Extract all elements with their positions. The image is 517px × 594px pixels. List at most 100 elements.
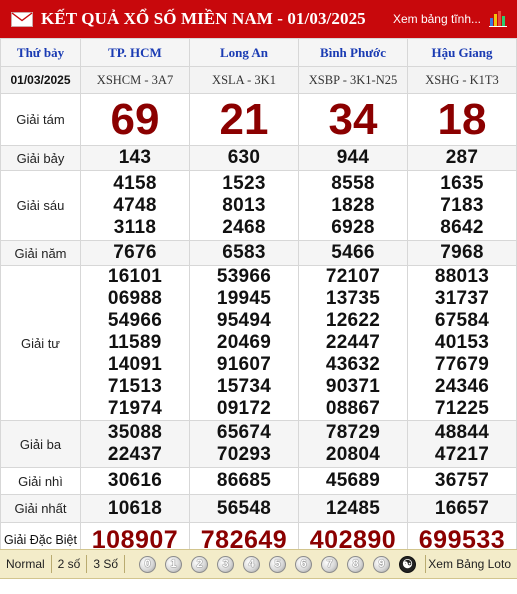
prize-number: 4158 <box>113 172 157 194</box>
static-table-link[interactable]: Xem bảng tĩnh... <box>393 12 481 26</box>
digit-ball-6[interactable]: 6 <box>295 555 313 573</box>
prize-label-g7: Giải bảy <box>0 145 81 171</box>
bar-chart-icon[interactable] <box>489 9 507 27</box>
prize-cell: 56548 <box>189 494 299 523</box>
prize-cell: 34 <box>298 93 408 146</box>
divider <box>124 555 126 573</box>
digit-ball-8[interactable]: 8 <box>347 555 365 573</box>
prize-number: 14091 <box>107 354 163 375</box>
prize-cell: 16657 <box>407 494 517 523</box>
prize-label-g3: Giải ba <box>0 420 81 468</box>
digit-filter: 0 1 2 3 4 5 6 7 8 9 ☯ <box>139 555 425 573</box>
prize-number: 18 <box>437 94 487 144</box>
ticket-code: XSBP - 3K1-N25 <box>298 66 408 94</box>
prize-number: 19945 <box>216 288 272 309</box>
prize-number: 40153 <box>434 332 490 353</box>
prize-label-g4: Giải tư <box>0 265 81 421</box>
prize-cell: 48844 47217 <box>407 420 517 468</box>
prize-number: 56548 <box>216 497 272 519</box>
province-hau-giang[interactable]: Hậu Giang <box>407 38 517 67</box>
prize-cell: 21 <box>189 93 299 146</box>
prize-number: 11589 <box>108 332 162 353</box>
prize-number: 54966 <box>107 310 163 331</box>
prize-number: 43632 <box>325 354 381 375</box>
loto-table-link[interactable]: Xem Bảng Loto <box>428 557 517 571</box>
digit-ball-9[interactable]: 9 <box>373 555 391 573</box>
digit-ball-0[interactable]: 0 <box>139 555 157 573</box>
prize-number: 3118 <box>113 216 157 238</box>
digit-ball-1[interactable]: 1 <box>165 555 183 573</box>
prize-number: 70293 <box>216 444 272 465</box>
prize-number: 72107 <box>325 266 381 287</box>
prize-number: 12485 <box>325 497 381 519</box>
prize-cell: 7968 <box>407 240 517 266</box>
digit-ball-4[interactable]: 4 <box>243 555 261 573</box>
province-long-an[interactable]: Long An <box>189 38 299 67</box>
prize-number: 30616 <box>107 470 163 491</box>
prize-cell: 88013 31737 67584 40153 77679 24346 7122… <box>407 265 517 421</box>
prize-number: 7183 <box>440 194 484 216</box>
prize-label-g8: Giải tám <box>0 93 81 146</box>
option-2-digits[interactable]: 2 số <box>52 557 87 571</box>
option-3-digits[interactable]: 3 Số <box>87 557 124 571</box>
province-binh-phuoc[interactable]: Bình Phước <box>298 38 408 67</box>
prize-number: 8642 <box>440 216 484 238</box>
yin-yang-icon[interactable]: ☯ <box>399 555 417 573</box>
prize-number: 6928 <box>331 216 375 238</box>
digit-ball-7[interactable]: 7 <box>321 555 339 573</box>
prize-number: 8013 <box>222 194 266 216</box>
prize-cell: 1523 8013 2468 <box>189 170 299 241</box>
page-title: KẾT QUẢ XỔ SỐ MIỀN NAM - 01/03/2025 <box>41 9 366 28</box>
results-table: Thứ bảy TP. HCM Long An Bình Phước Hậu G… <box>0 38 517 557</box>
prize-number: 8558 <box>331 172 375 194</box>
prize-number: 31737 <box>434 288 490 309</box>
province-hcm[interactable]: TP. HCM <box>80 38 190 67</box>
prize-cell: 6583 <box>189 240 299 266</box>
prize-number: 06988 <box>107 288 163 309</box>
digit-ball-2[interactable]: 2 <box>191 555 209 573</box>
prize-number: 15734 <box>216 376 272 397</box>
prize-number: 71513 <box>107 376 163 397</box>
prize-cell: 53966 19945 95494 20469 91607 15734 0917… <box>189 265 299 421</box>
prize-number: 48844 <box>434 422 490 443</box>
prize-number: 1635 <box>440 172 484 194</box>
prize-number: 16657 <box>434 497 490 519</box>
prize-number: 1828 <box>331 194 375 216</box>
prize-cell: 30616 <box>80 467 190 495</box>
prize-number: 65674 <box>216 422 272 443</box>
prize-number: 16101 <box>107 266 163 287</box>
prize-number: 21 <box>219 94 269 144</box>
lottery-results-widget: KẾT QUẢ XỔ SỐ MIỀN NAM - 01/03/2025 Xem … <box>0 0 517 594</box>
prize-cell: 72107 13735 12622 22447 43632 90371 0886… <box>298 265 408 421</box>
prize-number: 71225 <box>434 398 490 419</box>
prize-cell: 8558 1828 6928 <box>298 170 408 241</box>
prize-cell: 630 <box>189 145 299 171</box>
prize-number: 95494 <box>216 310 272 331</box>
prize-number: 20804 <box>325 444 381 465</box>
prize-label-g5: Giải năm <box>0 240 81 266</box>
digit-ball-3[interactable]: 3 <box>217 555 235 573</box>
prize-cell: 12485 <box>298 494 408 523</box>
prize-cell: 78729 20804 <box>298 420 408 468</box>
weekday-label: Thứ bảy <box>0 38 81 67</box>
footer-toolbar: Normal 2 số 3 Số 0 1 2 3 4 5 6 7 8 9 ☯ X… <box>0 549 517 579</box>
prize-cell: 287 <box>407 145 517 171</box>
prize-number: 20469 <box>216 332 272 353</box>
prize-number: 36757 <box>434 470 490 491</box>
prize-number: 86685 <box>216 470 272 491</box>
prize-number: 22447 <box>325 332 381 353</box>
prize-number: 34 <box>328 94 378 144</box>
divider <box>425 555 427 573</box>
prize-number: 6583 <box>222 242 266 263</box>
prize-number: 77679 <box>434 354 490 375</box>
digit-ball-5[interactable]: 5 <box>269 555 287 573</box>
prize-cell: 4158 4748 3118 <box>80 170 190 241</box>
prize-number: 287 <box>445 147 479 168</box>
prize-number: 78729 <box>325 422 381 443</box>
prize-cell: 35088 22437 <box>80 420 190 468</box>
prize-number: 10618 <box>107 497 163 519</box>
option-normal[interactable]: Normal <box>0 557 51 571</box>
prize-number: 630 <box>227 147 261 168</box>
prize-label-g1: Giải nhất <box>0 494 81 523</box>
prize-number: 88013 <box>434 266 490 287</box>
